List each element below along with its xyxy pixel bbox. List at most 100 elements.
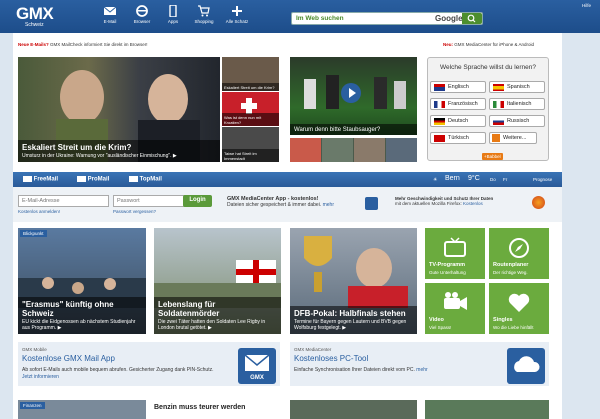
news-teaser[interactable]: Blickpunkt "Erasmus" künftig ohne Schwei…	[18, 228, 146, 334]
tab-promail[interactable]: ProMail	[77, 176, 109, 183]
tab-freemail[interactable]: FreeMail	[23, 176, 58, 183]
nav-browser[interactable]: Browser	[126, 5, 158, 24]
nav-email[interactable]: E-Mail	[94, 5, 126, 24]
cloud-icon	[507, 348, 545, 384]
phone-icon	[169, 5, 177, 17]
help-link[interactable]: Hilfe	[582, 3, 591, 8]
email-input[interactable]	[18, 195, 109, 207]
news-caption: "Erasmus" künftig ohne Schweiz EU kickt …	[18, 297, 146, 334]
weather-day: Fr	[503, 177, 508, 182]
search-button[interactable]	[462, 13, 482, 24]
promo-more-link[interactable]: mehr	[323, 202, 334, 208]
nav-label: Alle Schatz	[225, 19, 249, 24]
mail-app-banner[interactable]: GMX Mobile Kostenlose GMX Mail App Ab so…	[18, 342, 280, 386]
finance-teaser[interactable]: Finanzen	[18, 400, 146, 419]
web-search-box[interactable]: Im Web suchen Google	[291, 12, 483, 25]
germany-flag-icon	[434, 118, 445, 125]
service-singles[interactable]: Singles Wo die Liebe hinfällt	[489, 283, 549, 334]
weather-forecast-link[interactable]: Prognose	[533, 177, 552, 182]
service-route[interactable]: Routenplaner Der richtige Weg.	[489, 228, 549, 279]
hero-thumb[interactable]: Taiwe hat Streit im Immenstadt	[222, 127, 279, 162]
gmx-logo[interactable]: GMX	[16, 4, 54, 24]
mailcheck-promo[interactable]: Neue E-Mails? GMX MailCheck informiert S…	[18, 42, 148, 47]
banner-link[interactable]: Jetzt informieren	[22, 374, 59, 380]
nav-label: E-Mail	[103, 19, 117, 24]
babbel-logo[interactable]: +Babbel	[482, 153, 503, 160]
forgot-password-link[interactable]: Passwort vergessen?	[113, 209, 156, 214]
language-option[interactable]: Italienisch	[489, 98, 545, 110]
firefox-text: mit dem aktuellen Mozilla Firefox:	[395, 201, 462, 206]
tv-icon	[444, 237, 466, 257]
tab-topmail[interactable]: TopMail	[129, 176, 162, 183]
plus-icon	[232, 6, 242, 16]
top-header: GMX Schweiz E-Mail Browser Apps Shopping…	[0, 0, 600, 33]
service-sub: Der richtige Weg.	[493, 270, 528, 275]
search-label: Im Web suchen	[296, 15, 344, 22]
language-option[interactable]: Russisch	[489, 115, 545, 127]
service-tv[interactable]: TV-Programm Gute Unterhaltung	[425, 228, 485, 279]
language-label: Spanisch	[507, 84, 530, 90]
gmx-mail-icon: GMX	[238, 348, 276, 384]
language-option[interactable]: Spanisch	[489, 81, 545, 93]
video-thumb-strip[interactable]	[290, 138, 417, 162]
mail-icon	[23, 176, 32, 182]
weather-city[interactable]: Bern	[445, 175, 460, 182]
mediacenter-promo[interactable]: Neu: GMX MediaCenter für iPhone & Androi…	[443, 42, 534, 47]
pc-tool-banner[interactable]: GMX MediaCenter Kostenloses PC-Tool Einf…	[290, 342, 549, 386]
nav-label: Browser	[133, 19, 151, 24]
bottom-teaser[interactable]	[290, 400, 417, 419]
video-caption: Warum denn bitte Staubsauger?	[290, 124, 417, 135]
hero-caption: Eskaliert Streit um die Krim? Umsturz in…	[18, 140, 220, 162]
news-caption: DFB-Pokal: Halbfinals stehen Termine für…	[290, 306, 417, 334]
promo-text: GMX MailCheck informiert Sie direkt im B…	[50, 42, 148, 47]
login-tabs: FreeMail ProMail TopMail ☀ Bern 9°C Do F…	[13, 172, 562, 187]
nav-apps[interactable]: Apps	[157, 5, 189, 24]
firefox-link[interactable]: Kostenlos	[463, 201, 483, 206]
play-icon[interactable]	[341, 83, 361, 103]
banner-kicker: GMX Mobile	[22, 347, 47, 352]
register-link[interactable]: Kostenlos anmelden!	[18, 209, 60, 214]
banner-text: Ab sofort E-Mails auch mobile bequem abr…	[22, 367, 222, 381]
thumb-title: Was ist denn nun mit Kroatien?	[224, 115, 262, 125]
mediacenter-icon	[365, 197, 378, 210]
language-more[interactable]: Weitere...	[489, 132, 537, 144]
nav-shopping[interactable]: Shopping	[188, 5, 220, 24]
banner-link[interactable]: mehr	[416, 367, 427, 373]
weather-day: Do	[490, 177, 496, 182]
language-label: Deutsch	[448, 118, 469, 124]
weather-icon: ☀	[433, 177, 438, 183]
france-flag-icon	[434, 101, 445, 108]
mediacenter-app-promo[interactable]: GMX MediaCenter App - kostenlos! Dateien…	[227, 196, 367, 208]
italy-flag-icon	[493, 101, 504, 108]
password-input[interactable]	[113, 195, 193, 207]
section-label: Finanzen	[20, 402, 45, 409]
language-option[interactable]: Türkisch	[430, 132, 486, 144]
compass-icon	[509, 238, 529, 258]
banner-desc: Einfache Synchronisation Ihrer Dateien d…	[294, 367, 415, 373]
language-label: Italienisch	[507, 101, 532, 107]
language-option[interactable]: Englisch	[430, 81, 486, 93]
language-question: Welche Sprache willst du lernen?	[440, 64, 536, 71]
mail-icon	[77, 176, 86, 182]
service-video[interactable]: Video Viel Spass!	[425, 283, 485, 334]
hero-thumb[interactable]: Eskaliert Streit um die Krim?	[222, 57, 279, 91]
promo-bold: Neu:	[443, 42, 453, 47]
hero-thumb[interactable]: Was ist denn nun mit Kroatien?	[222, 92, 279, 126]
bottom-teaser[interactable]	[425, 400, 549, 419]
news-subtitle: EU kickt die Eidgenossen ab nächstem Stu…	[22, 319, 136, 331]
login-button[interactable]: Login	[183, 195, 212, 207]
nav-all[interactable]: Alle Schatz	[221, 5, 253, 24]
news-caption: Lebenslang für Soldatenmörder Die zwei T…	[154, 297, 281, 334]
finance-headline[interactable]: Benzin muss teurer werden	[154, 404, 245, 411]
language-option[interactable]: Deutsch	[430, 115, 486, 127]
firefox-promo[interactable]: Mehr Geschwindigkeit und Schutz Ihrer Da…	[395, 196, 535, 206]
news-teaser[interactable]: DFB-Pokal: Halbfinals stehen Termine für…	[290, 228, 417, 334]
tab-label: TopMail	[139, 176, 162, 183]
banner-title: Kostenloses PC-Tool	[294, 354, 369, 363]
language-option[interactable]: Französisch	[430, 98, 486, 110]
service-sub: Wo die Liebe hinfällt	[493, 325, 534, 330]
nav-label: Apps	[167, 19, 179, 24]
news-teaser[interactable]: Lebenslang für Soldatenmörder Die zwei T…	[154, 228, 281, 334]
hero-teaser[interactable]: Eskaliert Streit um die Krim? Umsturz in…	[18, 57, 220, 162]
video-teaser[interactable]: Warum denn bitte Staubsauger?	[290, 57, 417, 135]
